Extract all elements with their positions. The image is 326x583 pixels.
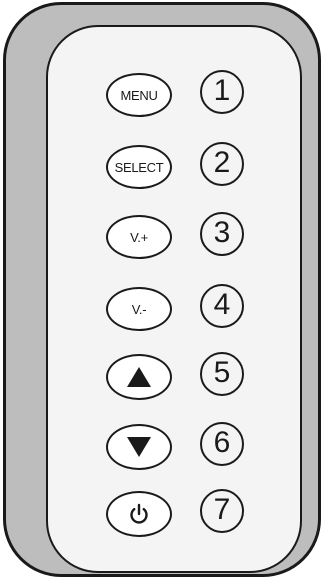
button-row-1: MENU 1	[48, 70, 300, 120]
callout-number-1: 1	[200, 70, 244, 114]
volume-up-button-label: V.+	[130, 229, 148, 245]
button-row-3: V.+ 3	[48, 212, 300, 262]
volume-up-button[interactable]: V.+	[106, 215, 172, 259]
power-button[interactable]	[106, 491, 172, 537]
menu-button[interactable]: MENU	[106, 73, 172, 117]
callout-number-4: 4	[200, 284, 244, 328]
callout-number-5: 5	[200, 352, 244, 396]
power-icon	[130, 503, 148, 524]
down-button[interactable]	[106, 424, 172, 470]
remote-control-outer-shell: MENU 1 SELECT 2 V.+ 3 V.- 4 5 6 7	[3, 2, 321, 577]
button-row-5: 5	[48, 352, 300, 402]
callout-number-3: 3	[200, 212, 244, 256]
callout-number-7: 7	[200, 489, 244, 533]
up-triangle-icon	[127, 367, 151, 387]
select-button[interactable]: SELECT	[106, 145, 172, 189]
remote-control-panel: MENU 1 SELECT 2 V.+ 3 V.- 4 5 6 7	[46, 25, 302, 573]
button-row-4: V.- 4	[48, 284, 300, 334]
callout-number-6: 6	[200, 422, 244, 466]
select-button-label: SELECT	[114, 159, 164, 175]
volume-down-button-label: V.-	[131, 301, 147, 317]
up-button[interactable]	[106, 354, 172, 400]
button-row-7: 7	[48, 489, 300, 539]
volume-down-button[interactable]: V.-	[106, 287, 172, 331]
menu-button-label: MENU	[120, 87, 158, 103]
button-row-6: 6	[48, 422, 300, 472]
callout-number-2: 2	[200, 142, 244, 186]
button-row-2: SELECT 2	[48, 142, 300, 192]
down-triangle-icon	[127, 437, 151, 457]
